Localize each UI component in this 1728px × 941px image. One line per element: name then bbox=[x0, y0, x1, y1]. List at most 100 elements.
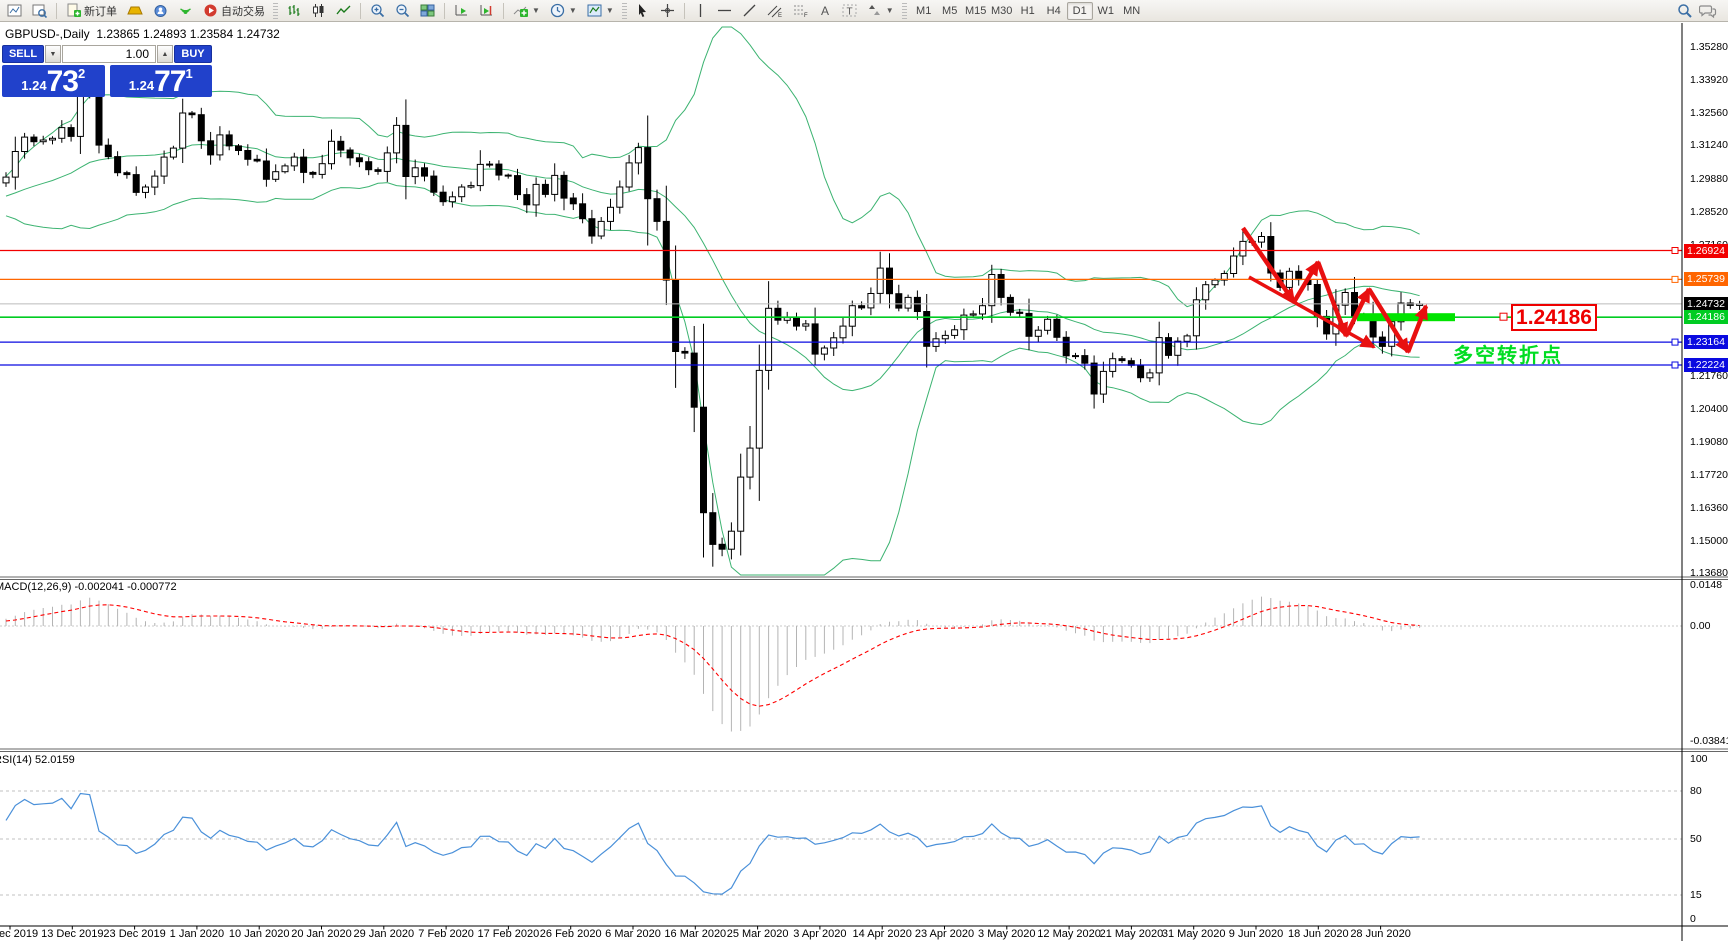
chart-title: GBPUSD-,Daily 1.23865 1.24893 1.23584 1.… bbox=[5, 27, 280, 41]
search-icon[interactable] bbox=[1677, 3, 1693, 19]
horizontal-line-button[interactable] bbox=[713, 2, 736, 20]
toolbar-drag-handle[interactable] bbox=[901, 2, 907, 19]
cursor-icon bbox=[638, 4, 646, 17]
tile-windows-icon bbox=[420, 4, 435, 17]
rsi-axis-label: 50 bbox=[1690, 833, 1702, 845]
fibonacci-button[interactable]: F bbox=[789, 2, 813, 20]
channel-icon: E bbox=[767, 5, 782, 18]
price-callout-label[interactable]: 1.24186 bbox=[1511, 304, 1597, 331]
sell-price-sup: 2 bbox=[77, 66, 86, 81]
date-axis-label: 9 Jun 2020 bbox=[1228, 928, 1284, 940]
date-axis-label: 28 Jun 2020 bbox=[1350, 928, 1411, 940]
volume-decrease-button[interactable]: ▼ bbox=[45, 45, 61, 63]
new-order-label: 新订单 bbox=[84, 5, 117, 18]
rsi-axis-label: 80 bbox=[1690, 785, 1702, 797]
line-anchor-marker[interactable] bbox=[1671, 361, 1679, 369]
tf-mn[interactable]: MN bbox=[1119, 2, 1145, 20]
periods-button[interactable]: ▼ bbox=[546, 2, 581, 20]
sell-price-button[interactable]: 1.24 73 2 bbox=[2, 65, 105, 97]
templates-button[interactable]: ▼ bbox=[583, 2, 618, 20]
turning-point-note[interactable]: 多空转折点 bbox=[1453, 339, 1563, 368]
channel-button[interactable]: E bbox=[763, 2, 787, 20]
candlestick-button[interactable] bbox=[307, 2, 330, 20]
zoom-out-icon bbox=[396, 4, 410, 18]
price-axis-label: 1.19080 bbox=[1690, 435, 1728, 448]
date-axis-label: 3 May 2020 bbox=[978, 928, 1036, 940]
tf-m1[interactable]: M1 bbox=[911, 2, 937, 20]
vertical-line-button[interactable] bbox=[690, 2, 711, 20]
tf-m15[interactable]: M15 bbox=[963, 2, 989, 20]
bar-chart-button[interactable] bbox=[282, 2, 305, 20]
data-window-button[interactable] bbox=[28, 2, 51, 20]
separator bbox=[683, 2, 685, 19]
autotrading-label: 自动交易 bbox=[221, 5, 265, 18]
mt4-terminal: 新订单 自动交易 ▼ ▼ ▼ E F A T ▼ M1 M5 M15 M30 H… bbox=[0, 0, 1728, 941]
date-axis-label: 3 Apr 2020 bbox=[793, 928, 847, 940]
volume-increase-button[interactable]: ▲ bbox=[157, 45, 173, 63]
tf-w1[interactable]: W1 bbox=[1093, 2, 1119, 20]
price-axis-label: 1.28520 bbox=[1690, 205, 1728, 218]
chat-icon[interactable] bbox=[1699, 3, 1717, 19]
toolbar-drag-handle[interactable] bbox=[273, 2, 278, 19]
tf-h1[interactable]: H1 bbox=[1015, 2, 1041, 20]
zigzag-arrow[interactable] bbox=[1405, 304, 1429, 353]
line-anchor-marker[interactable] bbox=[1671, 275, 1679, 283]
buy-price-small: 1.24 bbox=[128, 78, 155, 93]
community-button[interactable] bbox=[149, 2, 172, 20]
callout-anchor[interactable] bbox=[1499, 312, 1508, 321]
price-tag-1.26924: 1.26924 bbox=[1684, 243, 1728, 258]
label-button[interactable]: T bbox=[838, 2, 861, 20]
line-anchor-marker[interactable] bbox=[1671, 247, 1679, 254]
macd-pane bbox=[0, 596, 1682, 732]
shapes-button[interactable]: ▼ bbox=[863, 2, 898, 20]
support-bar[interactable] bbox=[1357, 313, 1455, 322]
chart-canvas[interactable] bbox=[0, 23, 1728, 941]
macd-axis-label: 0.00 bbox=[1690, 620, 1711, 632]
buy-button[interactable]: BUY bbox=[174, 45, 212, 63]
toolbar: 新订单 自动交易 ▼ ▼ ▼ E F A T ▼ M1 M5 M15 M30 H… bbox=[0, 0, 1728, 22]
data-window-icon bbox=[32, 4, 47, 18]
tf-m30[interactable]: M30 bbox=[989, 2, 1015, 20]
chart-area[interactable]: GBPUSD-,Daily 1.23865 1.24893 1.23584 1.… bbox=[0, 23, 1728, 941]
line-anchor-marker[interactable] bbox=[1671, 338, 1679, 346]
svg-text:E: E bbox=[778, 13, 782, 18]
tf-h4[interactable]: H4 bbox=[1041, 2, 1067, 20]
autoscroll-button[interactable] bbox=[450, 2, 473, 20]
zoom-out-button[interactable] bbox=[391, 2, 414, 20]
line-chart-icon bbox=[336, 5, 351, 15]
date-axis-label: 1 Jan 2020 bbox=[169, 928, 225, 940]
text-button[interactable]: A bbox=[815, 2, 836, 20]
autoscroll-icon bbox=[455, 5, 467, 16]
line-chart-button[interactable] bbox=[332, 2, 355, 20]
svg-text:A: A bbox=[821, 4, 829, 18]
crosshair-button[interactable] bbox=[656, 2, 679, 20]
indicators-icon bbox=[513, 6, 528, 17]
date-axis-label: 20 Jan 2020 bbox=[291, 928, 352, 940]
tf-m5[interactable]: M5 bbox=[937, 2, 963, 20]
tile-windows-button[interactable] bbox=[416, 2, 439, 20]
price-tag-1.22224: 1.22224 bbox=[1684, 357, 1728, 372]
buy-price-button[interactable]: 1.24 77 1 bbox=[109, 65, 212, 97]
zoom-in-button[interactable] bbox=[366, 2, 389, 20]
autotrading-button[interactable]: 自动交易 bbox=[199, 2, 269, 20]
charts-button[interactable] bbox=[3, 2, 26, 20]
text-icon: A bbox=[821, 4, 829, 18]
tf-d1[interactable]: D1 bbox=[1066, 1, 1093, 20]
sell-price-small: 1.24 bbox=[21, 78, 47, 93]
caret-up-icon: ▲ bbox=[161, 50, 169, 58]
rsi-axis-label: 0 bbox=[1690, 913, 1696, 925]
signals-button[interactable] bbox=[174, 2, 197, 20]
toolbar-drag-handle[interactable] bbox=[621, 2, 627, 19]
gold-button[interactable] bbox=[123, 2, 147, 20]
label-icon: T bbox=[842, 4, 857, 18]
chart-shift-button[interactable] bbox=[475, 2, 498, 20]
sell-button[interactable]: SELL bbox=[2, 45, 44, 63]
new-order-button[interactable]: 新订单 bbox=[62, 2, 121, 20]
cursor-button[interactable] bbox=[631, 2, 654, 20]
horizontal-price-lines[interactable] bbox=[0, 247, 1682, 369]
shapes-icon bbox=[868, 5, 880, 15]
indicators-button[interactable]: ▼ bbox=[509, 2, 544, 20]
volume-input[interactable] bbox=[62, 45, 156, 63]
trendline-button[interactable] bbox=[738, 2, 761, 20]
gold-icon bbox=[127, 6, 143, 15]
